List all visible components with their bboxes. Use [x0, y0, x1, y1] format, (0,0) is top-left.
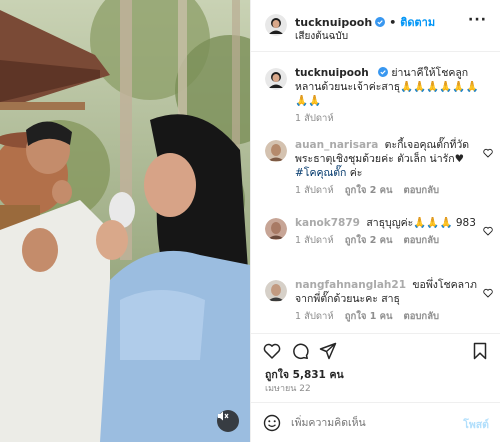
video-frame-illustration [0, 0, 250, 442]
heart-icon[interactable] [263, 342, 281, 360]
more-options-icon[interactable]: ··· [468, 12, 487, 28]
comment-body: kanok7879 สาธุบุญค่ะ🙏🙏🙏 983 1 สัปดาห์ ถู… [295, 216, 481, 248]
author-username[interactable]: tucknuipooh [295, 16, 372, 29]
caption-meta: 1 สัปดาห์ [295, 112, 481, 126]
comment-likes[interactable]: ถูกใจ 1 คน [345, 311, 393, 322]
author-avatar[interactable] [265, 14, 287, 36]
comments-list: tucknuipooh ย่านาคีให้โชคลูกหลานด้วยนะเจ… [251, 58, 500, 333]
share-icon[interactable] [319, 342, 337, 360]
caption-time[interactable]: 1 สัปดาห์ [295, 113, 334, 124]
caption-body: tucknuipooh ย่านาคีให้โชคลูกหลานด้วยนะเจ… [295, 66, 481, 126]
add-comment-bar: โพสต์ [263, 412, 489, 434]
post-header: tucknuipooh • ติดตาม เสียงต้นฉบับ ··· [251, 0, 500, 52]
comment-row: nangfahnanglah21 ขอพึ่งโชคลาภจากพี่ตั๊กด… [265, 278, 493, 332]
commenter-avatar[interactable] [265, 140, 287, 162]
comment-time[interactable]: 1 สัปดาห์ [295, 185, 334, 196]
comment-time[interactable]: 1 สัปดาห์ [295, 311, 334, 322]
comment-likes[interactable]: ถูกใจ 2 คน [345, 235, 393, 246]
verified-badge-icon [375, 17, 386, 27]
comment-body: auan_narisara ตะกี้เจอคุณตั๊กที่วัดพระธา… [295, 138, 481, 198]
comment-icon[interactable] [291, 342, 309, 360]
comment-username[interactable]: auan_narisara [295, 139, 378, 151]
commenter-avatar[interactable] [265, 280, 287, 302]
comment-text-suffix: ค่ะ [349, 167, 363, 179]
caption-username[interactable]: tucknuipooh [295, 67, 369, 79]
post-date[interactable]: เมษายน 22 [265, 381, 311, 395]
audio-label[interactable]: เสียงต้นฉบับ [295, 29, 348, 44]
post-comment-button[interactable]: โพสต์ [463, 416, 489, 433]
comment-meta: 1 สัปดาห์ ถูกใจ 2 คน ตอบกลับ [295, 184, 481, 198]
comment-time[interactable]: 1 สัปดาห์ [295, 235, 334, 246]
reply-button[interactable]: ตอบกลับ [404, 185, 440, 196]
bookmark-icon[interactable] [471, 342, 489, 360]
reply-button[interactable]: ตอบกลับ [404, 235, 440, 246]
comment-meta: 1 สัปดาห์ ถูกใจ 2 คน ตอบกลับ [295, 234, 481, 248]
post-viewer: tucknuipooh • ติดตาม เสียงต้นฉบับ ··· tu… [0, 0, 500, 442]
caption-row: tucknuipooh ย่านาคีให้โชคลูกหลานด้วยนะเจ… [265, 66, 493, 124]
comment-hashtag[interactable]: #โคคุณตั๊ก [295, 167, 346, 179]
divider [251, 402, 500, 403]
post-video[interactable] [0, 0, 250, 442]
comment-input[interactable] [291, 414, 441, 432]
mute-toggle-button[interactable] [217, 410, 239, 432]
comment-body: nangfahnanglah21 ขอพึ่งโชคลาภจากพี่ตั๊กด… [295, 278, 481, 324]
caption-avatar[interactable] [265, 68, 287, 90]
verified-badge-icon [378, 67, 389, 77]
action-bar [263, 342, 489, 362]
comment-username[interactable]: nangfahnanglah21 [295, 279, 406, 291]
reply-button[interactable]: ตอบกลับ [404, 311, 440, 322]
separator-dot: • [389, 15, 397, 29]
comment-meta: 1 สัปดาห์ ถูกใจ 1 คน ตอบกลับ [295, 310, 481, 324]
comment-text: สาธุบุญค่ะ🙏🙏🙏 983 [366, 217, 476, 229]
comment-username[interactable]: kanok7879 [295, 217, 360, 229]
heart-icon[interactable] [483, 148, 493, 158]
divider [251, 333, 500, 334]
comment-row: auan_narisara ตะกี้เจอคุณตั๊กที่วัดพระธา… [265, 138, 493, 204]
post-details-panel: tucknuipooh • ติดตาม เสียงต้นฉบับ ··· tu… [250, 0, 500, 442]
muted-speaker-icon [218, 411, 229, 421]
heart-icon[interactable] [483, 288, 493, 298]
emoji-icon[interactable] [263, 414, 281, 432]
heart-icon[interactable] [483, 226, 493, 236]
follow-button[interactable]: ติดตาม [400, 13, 435, 31]
commenter-avatar[interactable] [265, 218, 287, 240]
comment-likes[interactable]: ถูกใจ 2 คน [345, 185, 393, 196]
comment-row: kanok7879 สาธุบุญค่ะ🙏🙏🙏 983 1 สัปดาห์ ถู… [265, 216, 493, 268]
